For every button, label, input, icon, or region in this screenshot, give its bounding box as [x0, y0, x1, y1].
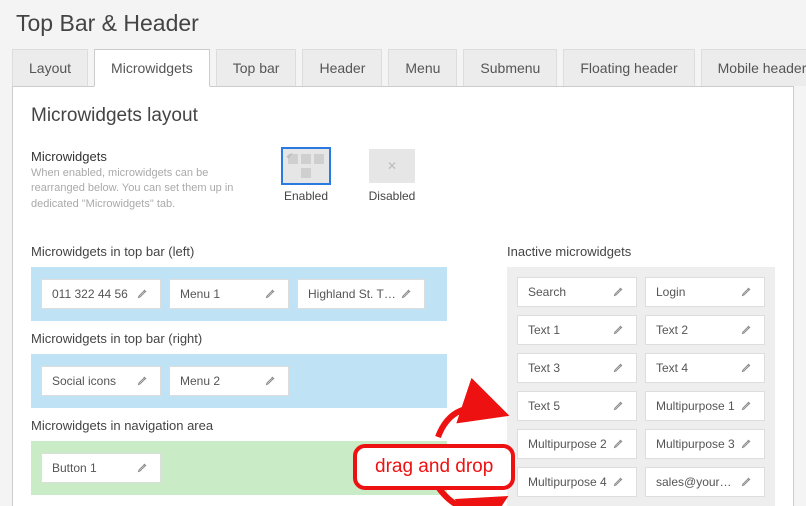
page-title: Top Bar & Header [12, 0, 794, 49]
settings-panel: Microwidgets layout Microwidgets When en… [12, 86, 794, 506]
microwidget-chip[interactable]: Multipurpose 2 [517, 429, 637, 459]
panel-title: Microwidgets layout [31, 105, 775, 127]
microwidget-chip[interactable]: Highland St. T… [297, 279, 425, 309]
group-label-topbar-right: Microwidgets in top bar (right) [31, 331, 447, 346]
check-icon: ✔ [286, 151, 294, 162]
chip-label: Login [656, 285, 736, 299]
chip-label: Text 2 [656, 323, 736, 337]
chip-label: Button 1 [52, 461, 132, 475]
microwidget-chip[interactable]: Social icons [41, 366, 161, 396]
microwidget-chip[interactable]: Text 4 [645, 353, 765, 383]
pencil-icon[interactable] [132, 374, 154, 389]
tab-submenu[interactable]: Submenu [463, 49, 557, 86]
option-hint: When enabled, microwidgets can be rearra… [31, 166, 251, 212]
chip-label: Menu 1 [180, 287, 260, 301]
pencil-icon[interactable] [396, 287, 418, 302]
chip-label: Text 4 [656, 361, 736, 375]
microwidget-chip[interactable]: Text 1 [517, 315, 637, 345]
option-label: Microwidgets [31, 149, 251, 164]
pencil-icon[interactable] [736, 285, 758, 300]
chip-label: Multipurpose 4 [528, 475, 608, 489]
group-label-nav-area: Microwidgets in navigation area [31, 418, 447, 433]
chip-label: Text 5 [528, 399, 608, 413]
chip-label: Text 1 [528, 323, 608, 337]
microwidget-chip[interactable]: Multipurpose 1 [645, 391, 765, 421]
enabled-swatch: ✔ [283, 149, 329, 183]
dropzone-topbar-right[interactable]: Social icons Menu 2 [31, 354, 447, 408]
pencil-icon[interactable] [608, 323, 630, 338]
dropzone-inactive[interactable]: Search Login Text 1 Text 2 Text 3 Text 4 Text … [507, 267, 775, 506]
microwidget-chip[interactable]: Menu 1 [169, 279, 289, 309]
group-label-topbar-left: Microwidgets in top bar (left) [31, 244, 447, 259]
group-label-inactive: Inactive microwidgets [507, 244, 775, 259]
pencil-icon[interactable] [260, 287, 282, 302]
chip-label: Search [528, 285, 608, 299]
tab-layout[interactable]: Layout [12, 49, 88, 86]
dropzone-topbar-left[interactable]: 011 322 44 56 Menu 1 Highland St. T… [31, 267, 447, 321]
pencil-icon[interactable] [608, 285, 630, 300]
chip-label: Highland St. T… [308, 287, 396, 301]
microwidget-chip[interactable]: Multipurpose 4 [517, 467, 637, 497]
option-enabled[interactable]: ✔ Enabled [275, 149, 337, 212]
microwidget-chip[interactable]: Text 3 [517, 353, 637, 383]
microwidget-chip[interactable]: Login [645, 277, 765, 307]
microwidget-chip[interactable]: Menu 2 [169, 366, 289, 396]
pencil-icon[interactable] [608, 437, 630, 452]
microwidget-chip[interactable]: Search [517, 277, 637, 307]
microwidget-chip[interactable]: Multipurpose 3 [645, 429, 765, 459]
chip-label: Text 3 [528, 361, 608, 375]
tab-header[interactable]: Header [302, 49, 382, 86]
annotation-arrow-icon [433, 382, 513, 445]
chip-label: Social icons [52, 374, 132, 388]
tab-top-bar[interactable]: Top bar [216, 49, 297, 86]
microwidget-chip[interactable]: Button 1 [41, 453, 161, 483]
pencil-icon[interactable] [736, 361, 758, 376]
chip-label: 011 322 44 56 [52, 287, 132, 301]
enabled-caption: Enabled [275, 189, 337, 203]
chip-label: sales@yoursit… [656, 475, 736, 489]
microwidget-chip[interactable]: Text 2 [645, 315, 765, 345]
pencil-icon[interactable] [736, 437, 758, 452]
disabled-caption: Disabled [361, 189, 423, 203]
disabled-swatch: ✕ [369, 149, 415, 183]
tab-bar: LayoutMicrowidgetsTop barHeaderMenuSubme… [12, 49, 794, 86]
pencil-icon[interactable] [608, 361, 630, 376]
option-disabled[interactable]: ✕ Disabled [361, 149, 423, 212]
x-icon: ✕ [387, 159, 397, 173]
microwidget-chip[interactable]: Text 5 [517, 391, 637, 421]
pencil-icon[interactable] [132, 461, 154, 476]
pencil-icon[interactable] [608, 399, 630, 414]
pencil-icon[interactable] [736, 475, 758, 490]
tab-microwidgets[interactable]: Microwidgets [94, 49, 210, 87]
chip-label: Multipurpose 1 [656, 399, 736, 413]
microwidget-chip[interactable]: 011 322 44 56 [41, 279, 161, 309]
microwidget-chip[interactable]: sales@yoursit… [645, 467, 765, 497]
chip-label: Multipurpose 2 [528, 437, 608, 451]
tab-floating-header[interactable]: Floating header [563, 49, 694, 86]
pencil-icon[interactable] [260, 374, 282, 389]
pencil-icon[interactable] [736, 323, 758, 338]
pencil-icon[interactable] [132, 287, 154, 302]
chip-label: Menu 2 [180, 374, 260, 388]
tab-menu[interactable]: Menu [388, 49, 457, 86]
tab-mobile-header[interactable]: Mobile header [701, 49, 806, 86]
annotation-callout: drag and drop [353, 444, 515, 490]
chip-label: Multipurpose 3 [656, 437, 736, 451]
pencil-icon[interactable] [608, 475, 630, 490]
pencil-icon[interactable] [736, 399, 758, 414]
